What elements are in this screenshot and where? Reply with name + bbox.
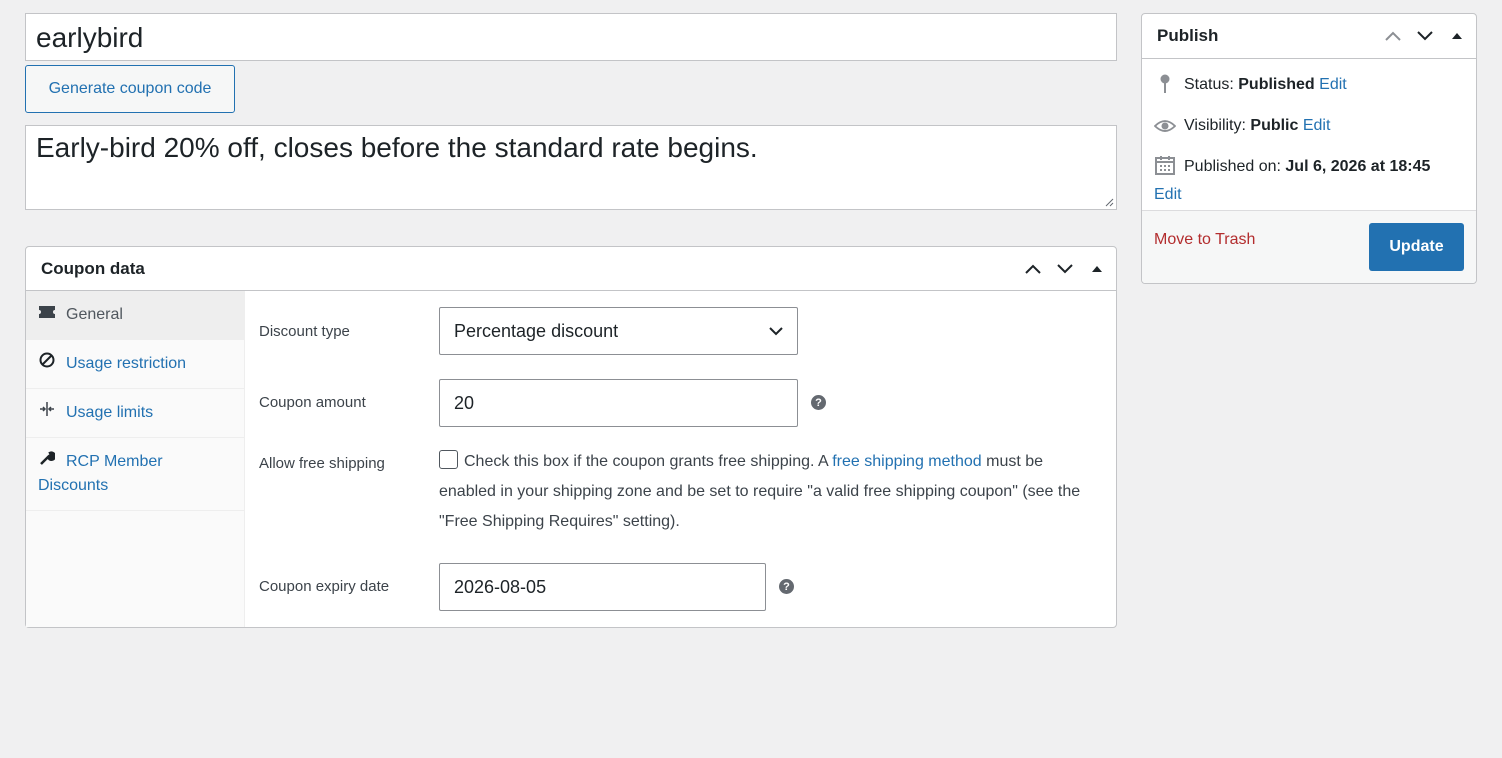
tab-label: RCP Member Discounts (38, 453, 163, 494)
tab-rcp-member-discounts[interactable]: RCP Member Discounts (26, 438, 244, 511)
move-down-icon[interactable] (1414, 25, 1436, 47)
publish-actions: Move to Trash Update (1142, 210, 1476, 283)
description-text: Early-bird 20% off, closes before the st… (36, 132, 758, 163)
help-icon[interactable]: ? (779, 579, 794, 594)
resize-grip-icon[interactable] (1104, 197, 1114, 207)
discount-type-value: Percentage discount (454, 320, 619, 341)
published-value: Jul 6, 2026 at 18:45 (1285, 158, 1431, 175)
status-edit-link[interactable]: Edit (1319, 76, 1347, 93)
tab-label: Usage restriction (66, 355, 187, 372)
published-on-row: Published on: Jul 6, 2026 at 18:45 Edit (1154, 155, 1464, 207)
calendar-icon (1154, 155, 1176, 183)
tab-usage-limits[interactable]: Usage limits (26, 389, 244, 438)
wrench-icon (38, 450, 57, 474)
ticket-icon (38, 303, 56, 327)
generate-coupon-button[interactable]: Generate coupon code (25, 65, 235, 113)
visibility-row: Visibility: Public Edit (1153, 114, 1331, 142)
free-shipping-checkbox[interactable] (439, 450, 458, 469)
publish-box: Publish Status: Published Edit Visibilit… (1141, 13, 1477, 284)
coupon-tabs: General Usage restriction Usage limits R… (26, 291, 245, 627)
expiry-date-input[interactable]: 2026-08-05 (439, 563, 766, 611)
coupon-data-panel: Coupon data General Usage restriction Us… (25, 246, 1117, 628)
publish-header: Publish (1142, 14, 1476, 59)
update-button[interactable]: Update (1369, 223, 1464, 271)
status-row: Status: Published Edit (1154, 73, 1347, 101)
move-to-trash-link[interactable]: Move to Trash (1154, 231, 1255, 249)
arrows-icon (38, 401, 56, 425)
visibility-value: Public (1250, 117, 1299, 134)
published-edit-link[interactable]: Edit (1154, 186, 1182, 203)
move-up-icon[interactable] (1022, 258, 1044, 280)
tab-usage-restriction[interactable]: Usage restriction (26, 340, 244, 389)
free-shipping-label: Allow free shipping (259, 455, 385, 472)
visibility-label: Visibility: (1184, 117, 1251, 134)
move-up-icon[interactable] (1382, 25, 1404, 47)
free-shipping-description: Check this box if the coupon grants free… (439, 447, 1089, 537)
publish-title: Publish (1157, 26, 1219, 45)
move-down-icon[interactable] (1054, 258, 1076, 280)
coupon-amount-input[interactable]: 20 (439, 379, 798, 427)
tab-label: Usage limits (66, 404, 154, 421)
coupon-amount-label: Coupon amount (259, 394, 366, 411)
expiry-date-label: Coupon expiry date (259, 578, 390, 595)
status-label: Status: (1184, 76, 1239, 93)
published-label: Published on: (1184, 158, 1286, 175)
tab-label: General (66, 306, 123, 323)
discount-type-label: Discount type (259, 323, 350, 340)
status-value: Published (1238, 76, 1315, 93)
help-icon[interactable]: ? (811, 395, 826, 410)
free-shipping-text-1: Check this box if the coupon grants free… (464, 453, 833, 470)
no-entry-icon (38, 352, 56, 376)
pin-icon (1154, 73, 1176, 101)
free-shipping-method-link[interactable]: free shipping method (832, 453, 981, 470)
eye-icon (1153, 118, 1177, 142)
collapse-toggle-icon[interactable] (1446, 25, 1468, 47)
coupon-code-input[interactable]: earlybird (25, 13, 1117, 61)
general-fields: Discount type Percentage discount Coupon… (245, 291, 1116, 627)
coupon-data-title: Coupon data (41, 258, 145, 278)
discount-type-select[interactable]: Percentage discount (439, 307, 798, 355)
collapse-toggle-icon[interactable] (1086, 258, 1108, 280)
chevron-down-icon (769, 326, 783, 335)
tab-general[interactable]: General (26, 291, 244, 340)
coupon-description-textarea[interactable]: Early-bird 20% off, closes before the st… (25, 125, 1117, 210)
visibility-edit-link[interactable]: Edit (1303, 117, 1331, 134)
coupon-data-header: Coupon data (26, 247, 1116, 291)
